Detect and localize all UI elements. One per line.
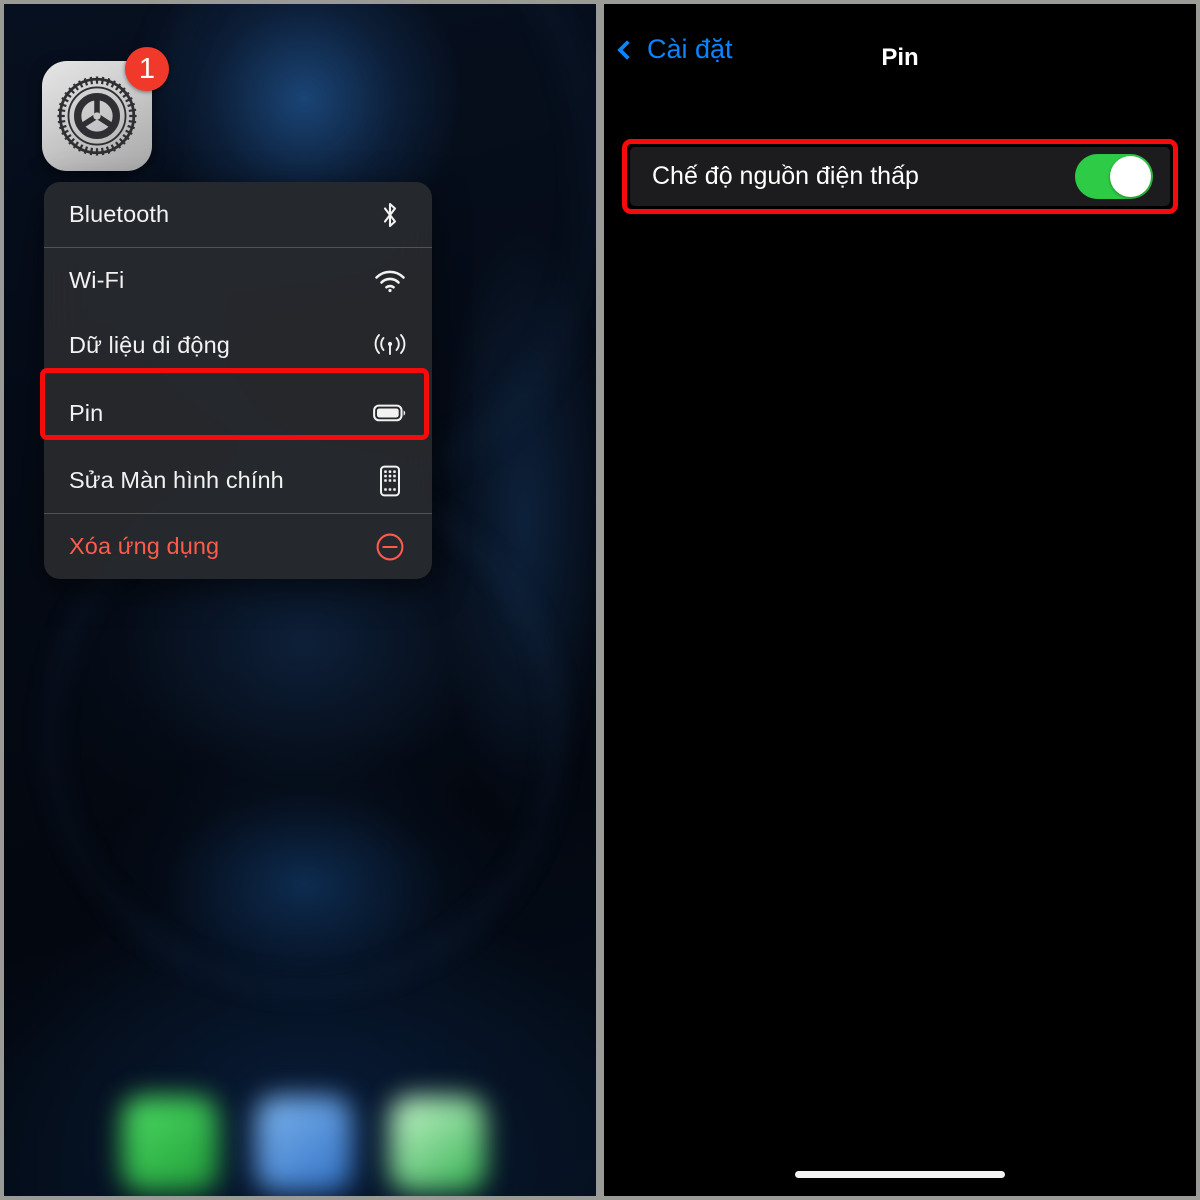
context-menu-item-remove-app[interactable]: Xóa ứng dụng bbox=[44, 514, 432, 579]
context-menu-item-label: Pin bbox=[69, 399, 104, 426]
context-menu-item-edit-home-screen[interactable]: Sửa Màn hình chính bbox=[44, 448, 432, 513]
page-title: Pin bbox=[881, 44, 919, 71]
left-phone-screen: 1 Bluetooth Wi-Fi Dữ liệu di động Pin Sử… bbox=[4, 4, 596, 1196]
context-menu-item-bluetooth[interactable]: Bluetooth bbox=[44, 182, 432, 247]
battery-icon bbox=[373, 396, 407, 430]
navigation-bar: Cài đặt Pin bbox=[604, 4, 1196, 88]
context-menu-item-label: Dữ liệu di động bbox=[69, 332, 230, 358]
remove-app-icon bbox=[373, 530, 407, 564]
app-context-menu[interactable]: Bluetooth Wi-Fi Dữ liệu di động Pin Sửa … bbox=[44, 182, 432, 579]
wifi-icon bbox=[373, 264, 407, 298]
low-power-mode-toggle[interactable] bbox=[1075, 154, 1153, 199]
context-menu-item-label: Wi-Fi bbox=[69, 267, 125, 293]
context-menu-item-label: Sửa Màn hình chính bbox=[69, 467, 284, 493]
low-power-mode-label: Chế độ nguồn điện thấp bbox=[652, 162, 919, 190]
facetime-app-icon[interactable] bbox=[390, 1096, 486, 1192]
context-menu-item-battery[interactable]: Pin bbox=[44, 378, 432, 448]
notification-badge: 1 bbox=[125, 47, 169, 91]
home-indicator-bar bbox=[795, 1171, 1005, 1178]
context-menu-item-label: Xóa ứng dụng bbox=[69, 533, 220, 559]
context-menu-item-cellular-data[interactable]: Dữ liệu di động bbox=[44, 313, 432, 378]
bluetooth-icon bbox=[373, 198, 407, 232]
dock bbox=[4, 1011, 596, 1196]
toggle-knob bbox=[1110, 156, 1151, 197]
context-menu-item-label: Bluetooth bbox=[69, 201, 170, 227]
phone-app-icon[interactable] bbox=[122, 1096, 218, 1192]
context-menu-item-wifi[interactable]: Wi-Fi bbox=[44, 248, 432, 313]
settings-app-icon-wrapper[interactable]: 1 bbox=[42, 47, 169, 171]
edit-home-screen-icon bbox=[373, 464, 407, 498]
low-power-mode-row[interactable]: Chế độ nguồn điện thấp bbox=[630, 147, 1170, 206]
screenshot-canvas: 1 Bluetooth Wi-Fi Dữ liệu di động Pin Sử… bbox=[0, 0, 1200, 1200]
cellular-data-icon bbox=[373, 329, 407, 363]
messages-app-icon[interactable] bbox=[256, 1096, 352, 1192]
